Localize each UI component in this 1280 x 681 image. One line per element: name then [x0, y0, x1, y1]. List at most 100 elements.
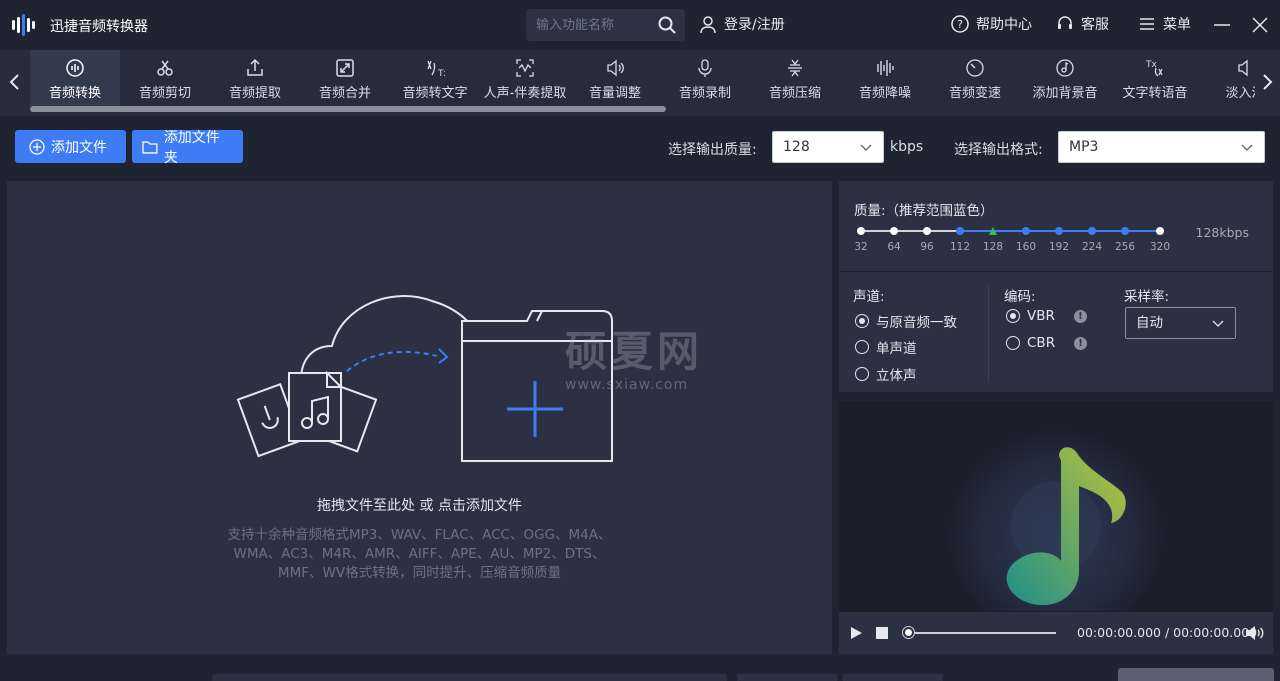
- audio-convert-icon: [66, 59, 84, 77]
- tool-scrollbar[interactable]: [30, 106, 666, 112]
- headset-icon: [1058, 16, 1072, 29]
- drop-desc-line: MMF、WV格式转换，同时提升、压缩音频质量: [277, 565, 562, 581]
- quality-unit: kbps: [890, 139, 924, 155]
- quality-marker-128[interactable]: [989, 227, 997, 235]
- format-select[interactable]: MP3: [1058, 131, 1265, 163]
- add-folder-button[interactable]: 添加文件夹: [132, 130, 243, 166]
- tool-vocal-extract[interactable]: 人声-伴奏提取: [480, 50, 570, 106]
- samplerate-value: 自动: [1136, 315, 1163, 331]
- options-panel: 声道: 与原音频一致 单声道 立体声 编码: VBR ! CBR ! 采样率: …: [839, 272, 1273, 392]
- add-file-button[interactable]: 添加文件: [15, 130, 126, 163]
- tool-label: 音频压缩: [768, 86, 821, 101]
- tool-volume[interactable]: 音量调整: [570, 50, 660, 106]
- tool-audio-cut[interactable]: 音频剪切: [120, 50, 210, 106]
- nav-next-icon[interactable]: [1259, 70, 1275, 94]
- menu-label: 菜单: [1163, 17, 1191, 33]
- quality-stop-112[interactable]: [956, 227, 964, 235]
- drop-files-illustration: [236, 295, 613, 462]
- speed-icon: [966, 59, 984, 77]
- tool-background-music[interactable]: 添加背景音: [1020, 50, 1110, 106]
- tool-compress[interactable]: 音频压缩: [750, 50, 840, 106]
- tool-label: 音频变速: [948, 86, 1001, 101]
- tool-label: 音频转文字: [402, 86, 468, 101]
- upload-icon: [247, 58, 263, 76]
- tool-denoise[interactable]: 音频降噪: [840, 50, 930, 106]
- action-bar: 添加文件 添加文件夹 选择输出质量: 128 kbps 选择输出格式: MP3: [0, 116, 1280, 176]
- nav-prev-icon[interactable]: [7, 70, 23, 94]
- file-drop-area[interactable]: 拖拽文件至此处 或 点击添加文件 支持十余种音频格式MP3、WAV、FLAC、A…: [7, 181, 832, 654]
- player-controls: 00:00:00.000 / 00:00:00.000: [839, 612, 1273, 654]
- channel-option-original[interactable]: 与原音频一致: [855, 311, 957, 331]
- tool-label: 音频提取: [228, 86, 281, 101]
- minimize-icon[interactable]: [1212, 15, 1232, 35]
- tool-text-to-speech[interactable]: Tx 文字转语音: [1110, 50, 1200, 106]
- channel-option-mono[interactable]: 单声道: [855, 337, 917, 357]
- quality-stop-192[interactable]: [1055, 227, 1063, 235]
- quality-label: 选择输出质量:: [668, 142, 757, 158]
- service-label: 客服: [1081, 17, 1109, 33]
- stop-icon[interactable]: [875, 626, 889, 640]
- convert-all-button[interactable]: [1118, 668, 1274, 681]
- quality-stop-64[interactable]: [890, 227, 898, 235]
- tool-fade[interactable]: 淡入淡: [1200, 50, 1255, 106]
- quality-select[interactable]: 128: [772, 131, 884, 163]
- help-icon: ?: [951, 15, 969, 33]
- info-icon[interactable]: !: [1073, 309, 1087, 323]
- search-box[interactable]: [526, 9, 685, 41]
- plus-circle-icon: [29, 138, 45, 155]
- bottom-button[interactable]: [843, 674, 943, 681]
- chevron-down-icon: [860, 144, 872, 151]
- service-button[interactable]: 客服: [1055, 14, 1109, 34]
- tool-label: 添加背景音: [1032, 86, 1098, 101]
- quality-stop-96[interactable]: [923, 227, 931, 235]
- volume-icon[interactable]: [1245, 625, 1265, 641]
- output-path-field[interactable]: [212, 674, 727, 681]
- add-folder-label: 添加文件夹: [163, 129, 220, 166]
- quality-stop-224[interactable]: [1088, 227, 1096, 235]
- quality-stop-256[interactable]: [1121, 227, 1129, 235]
- tool-label: 音频录制: [678, 86, 731, 101]
- radio-icon: [855, 367, 869, 381]
- quality-tick: 64: [887, 241, 901, 253]
- close-icon[interactable]: [1250, 15, 1270, 35]
- search-input[interactable]: [536, 15, 656, 35]
- channel-option-stereo[interactable]: 立体声: [855, 364, 917, 384]
- tool-speech-to-text[interactable]: Tx 音频转文字: [390, 50, 480, 106]
- quality-tick: 224: [1081, 241, 1103, 253]
- app-title: 迅捷音频转换器: [50, 19, 148, 35]
- vocal-extract-icon: [516, 59, 534, 77]
- tool-speed[interactable]: 音频变速: [930, 50, 1020, 106]
- bottom-button[interactable]: [737, 674, 837, 681]
- help-center-button[interactable]: ? 帮助中心: [950, 14, 1032, 34]
- quality-tick: 256: [1114, 241, 1136, 253]
- tool-label: 音频降噪: [858, 86, 911, 101]
- codec-option-vbr[interactable]: VBR !: [1006, 308, 1087, 324]
- microphone-icon: [698, 59, 712, 77]
- tool-record[interactable]: 音频录制: [660, 50, 750, 106]
- seek-bar[interactable]: [907, 632, 1056, 634]
- play-icon[interactable]: [849, 626, 863, 640]
- add-file-label: 添加文件: [51, 139, 107, 156]
- chevron-down-icon: [1212, 320, 1224, 327]
- samplerate-select[interactable]: 自动: [1125, 307, 1236, 339]
- tool-audio-convert[interactable]: 音频转换: [30, 50, 120, 106]
- tool-audio-merge[interactable]: 音频合并: [300, 50, 390, 106]
- codec-option-label: CBR: [1027, 335, 1056, 351]
- quality-tick: 320: [1149, 241, 1171, 253]
- info-icon[interactable]: !: [1074, 336, 1088, 350]
- tool-audio-extract[interactable]: 音频提取: [210, 50, 300, 106]
- timecode: 00:00:00.000 / 00:00:00.000: [1077, 625, 1258, 640]
- search-icon[interactable]: [657, 15, 677, 35]
- menu-button[interactable]: 菜单: [1137, 14, 1191, 34]
- compress-icon: [788, 59, 802, 77]
- menu-icon: [1140, 18, 1154, 30]
- quality-stop-32[interactable]: [857, 227, 865, 235]
- quality-panel: 质量:（推荐范围蓝色） 32 64 96 112 128 160 192 224…: [839, 181, 1273, 271]
- seek-handle[interactable]: [903, 627, 914, 638]
- quality-stop-160[interactable]: [1022, 227, 1030, 235]
- quality-stop-320[interactable]: [1156, 227, 1164, 235]
- login-button[interactable]: 登录/注册: [698, 14, 785, 34]
- quality-tick: 112: [949, 241, 971, 253]
- bottom-bar: [0, 660, 1280, 681]
- codec-option-cbr[interactable]: CBR !: [1006, 335, 1088, 351]
